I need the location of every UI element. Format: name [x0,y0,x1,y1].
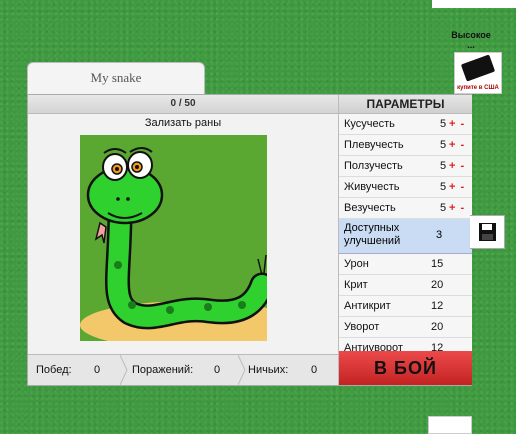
available-upgrades-value: 3 [436,229,443,241]
stat-value: 12 [431,300,444,312]
snake-illustration [80,135,267,341]
wins-label: Побед: [36,364,72,376]
progress-counter: 0 / 50 [28,95,338,114]
tab-label: My snake [90,70,142,85]
param-row-crawling: Ползучесть 5 + - [339,156,472,177]
footer-separator [120,355,128,385]
param-row-spitting: Плевучесть 5 + - [339,135,472,156]
param-value: 5 [440,160,447,172]
stat-label: Антикрит [344,300,391,312]
param-value: 5 [440,139,447,151]
param-label: Живучесть [344,181,400,193]
plus-minus-buttons[interactable]: + - [449,156,465,176]
param-value: 5 [440,202,447,214]
side-ad-caption: купите в США [457,85,499,91]
device-icon [460,54,496,82]
param-row-luck: Везучесть 5 + - [339,198,472,219]
stat-label: Урон [344,258,369,270]
floppy-disk-icon [479,223,496,241]
top-right-strip [432,0,516,8]
bottom-tile [428,416,472,434]
draws-value: 0 [311,364,318,376]
stat-value: 20 [431,321,444,333]
side-title: Высокое ... [451,30,491,50]
status-text: Зализать раны [144,117,222,129]
losses-label: Поражений: [132,364,194,376]
stat-row-anticrit: Антикрит 12 [339,296,472,317]
available-upgrades: Доступных улучшений 3 [339,219,472,254]
stat-row-crit: Крит 20 [339,275,472,296]
stat-value: 20 [431,279,444,291]
available-upgrades-label: Доступных улучшений [344,222,401,247]
param-label: Везучесть [344,202,396,214]
wins-value: 0 [94,364,101,376]
battle-stats-footer: Побед: 0 Поражений: 0 Ничьих: 0 [28,354,338,385]
draws-label: Ничьих: [248,364,289,376]
param-value: 5 [440,118,447,130]
stat-value: 15 [431,258,444,270]
losses-value: 0 [214,364,221,376]
param-label: Ползучесть [344,160,403,172]
snake-panel: 0 / 50 Зализать раны Побед: 0 Поражений:… [27,94,472,386]
battle-button[interactable]: В БОЙ [339,351,472,385]
stat-label: Крит [344,279,368,291]
side-ad[interactable]: купите в США [454,52,502,94]
stat-label: Уворот [344,321,380,333]
parameters-panel: ПАРАМЕТРЫ Кусучесть 5 + - Плевучесть 5 +… [338,95,472,385]
parameters-title: ПАРАМЕТРЫ [339,95,472,114]
param-value: 5 [440,181,447,193]
footer-separator [238,355,246,385]
plus-minus-buttons[interactable]: + - [449,135,465,155]
stat-row-dodge: Уворот 20 [339,317,472,338]
param-row-vitality: Живучесть 5 + - [339,177,472,198]
save-button[interactable] [470,215,505,249]
param-label: Кусучесть [344,118,395,130]
plus-minus-buttons[interactable]: + - [449,198,465,218]
param-row-biting: Кусучесть 5 + - [339,114,472,135]
param-label: Плевучесть [344,139,404,151]
plus-minus-buttons[interactable]: + - [449,177,465,197]
plus-minus-buttons[interactable]: + - [449,114,465,134]
stat-row-damage: Урон 15 [339,254,472,275]
tab-my-snake[interactable]: My snake [27,62,205,95]
snake-image [80,135,267,341]
